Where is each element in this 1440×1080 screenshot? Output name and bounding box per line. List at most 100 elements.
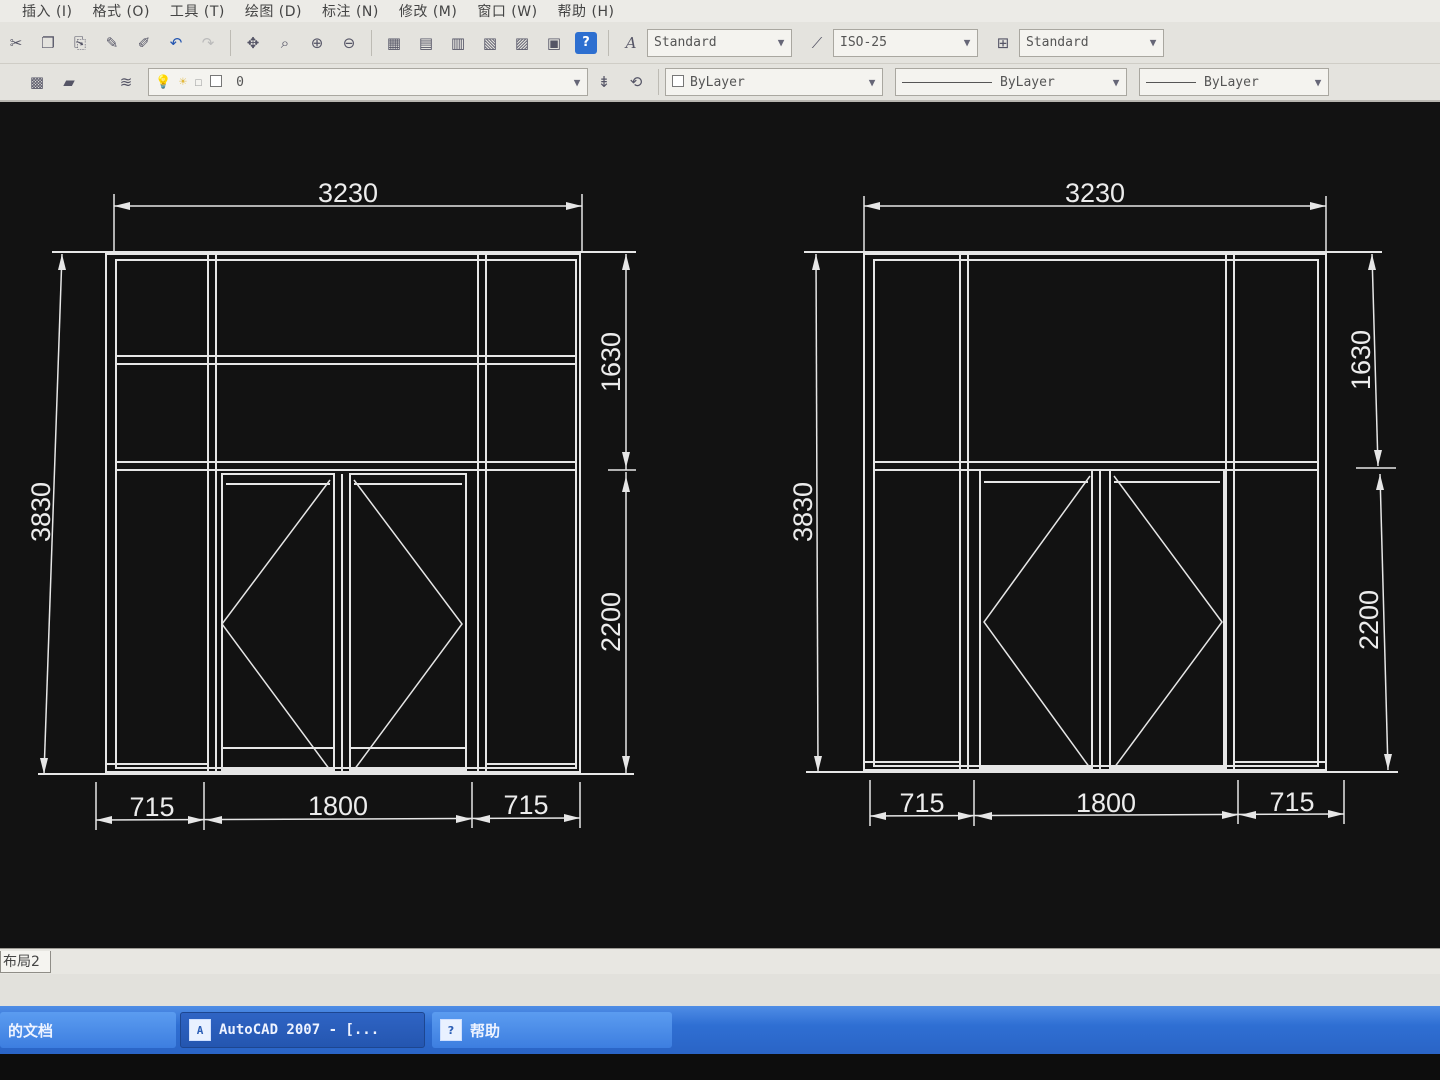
zoom-window-icon[interactable]: ⊕ [306, 32, 328, 54]
tab-layout2[interactable]: 布局2 [0, 951, 51, 973]
swing-indicator-left [221, 479, 331, 771]
dim-arrow [188, 816, 204, 824]
menu-format[interactable]: 格式 (O) [93, 1, 150, 21]
dim-text-total-width: 3230 [318, 178, 378, 208]
sun-icon[interactable]: ☀ [179, 75, 187, 90]
menu-help[interactable]: 帮助 (H) [558, 1, 615, 21]
standard-toolbar: ✂ ❐ ⎘ ✎ ✐ ↶ ↷ ✥ ⌕ ⊕ ⊖ ▦ ▤ ▥ ▧ ▨ ▣ ? A St… [0, 22, 1440, 64]
menu-dimension[interactable]: 标注 (N) [322, 1, 379, 21]
menu-insert[interactable]: 插入 (I) [22, 1, 73, 21]
dim-arrow [456, 815, 472, 823]
lineweight-select[interactable]: ByLayer ▼ [1139, 68, 1329, 96]
chevron-down-icon[interactable]: ▼ [862, 69, 882, 95]
menu-modify[interactable]: 修改 (M) [399, 1, 457, 21]
dim-arrow [1376, 474, 1384, 490]
dim-arrow [1384, 754, 1392, 770]
table-style-select[interactable]: Standard ▼ [1019, 28, 1164, 57]
make-current-icon[interactable]: ⇟ [593, 71, 615, 93]
layer-state-icons: 💡 ☀ ☐ 0 [155, 74, 244, 90]
cut-icon[interactable]: ✂ [5, 32, 27, 54]
layer-previous-undo-icon[interactable]: ⟲ [625, 71, 647, 93]
block-editor-icon[interactable]: ✐ [133, 32, 155, 54]
dim-arrow [114, 202, 130, 210]
color-select[interactable]: ByLayer ▼ [665, 68, 883, 96]
pan-icon[interactable]: ✥ [242, 32, 264, 54]
calculator-icon[interactable]: ▣ [543, 32, 565, 54]
lineweight-value-wrap: ByLayer [1146, 75, 1259, 90]
chevron-down-icon[interactable]: ▼ [567, 69, 587, 95]
dim-arrow [1368, 254, 1376, 270]
chevron-down-icon[interactable]: ▼ [957, 30, 977, 56]
dim-arrow [40, 758, 48, 774]
lineweight-value: ByLayer [1204, 74, 1259, 90]
dim-arrow [958, 812, 974, 820]
toolbar-separator [608, 29, 609, 56]
dim-arrow [1374, 450, 1382, 466]
text-style-select[interactable]: Standard ▼ [647, 28, 792, 57]
chevron-down-icon[interactable]: ▼ [771, 30, 791, 56]
chevron-down-icon[interactable]: ▼ [1143, 30, 1163, 56]
lightbulb-icon[interactable]: 💡 [155, 75, 171, 90]
chevron-down-icon[interactable]: ▼ [1106, 69, 1126, 95]
dim-text-total-height: 3830 [788, 482, 818, 542]
dim-text-right-width: 715 [1269, 787, 1314, 817]
dim-text-center-width: 1800 [1076, 788, 1136, 818]
dim-arrow [622, 254, 630, 270]
taskbar-item-autocad[interactable]: A AutoCAD 2007 - [... [180, 1012, 425, 1048]
text-style-icon[interactable]: A [620, 32, 642, 54]
swing-indicator-right [353, 479, 463, 771]
dim-style-icon[interactable]: ⟋ [806, 32, 828, 54]
linetype-select[interactable]: ByLayer ▼ [895, 68, 1127, 96]
dim-text-right-width: 715 [503, 790, 548, 820]
door-leaf-right [1109, 469, 1225, 769]
windows-taskbar: 的文档 A AutoCAD 2007 - [... ? 帮助 [0, 1006, 1440, 1054]
dim-arrow [622, 476, 630, 492]
zoom-realtime-icon[interactable]: ⌕ [274, 32, 296, 54]
dim-arrow [812, 254, 820, 270]
taskbar-item-documents[interactable]: 的文档 [0, 1012, 176, 1048]
copy-icon[interactable]: ❐ [37, 32, 59, 54]
chevron-down-icon[interactable]: ▼ [1308, 69, 1328, 95]
menu-window[interactable]: 窗口 (W) [477, 1, 537, 21]
layer-manager-icon[interactable]: ▩ [26, 71, 48, 93]
dim-arrow [564, 814, 580, 822]
lineweight-sample [1146, 81, 1196, 83]
taskbar-item-help[interactable]: ? 帮助 [432, 1012, 672, 1048]
swing-indicator-left [983, 475, 1091, 769]
outer-frame [863, 253, 1327, 771]
dim-arrow [864, 202, 880, 210]
menu-draw[interactable]: 绘图 (D) [245, 1, 302, 21]
match-properties-icon[interactable]: ✎ [101, 32, 123, 54]
monitor-bezel [0, 1054, 1440, 1080]
undo-icon[interactable]: ↶ [165, 32, 187, 54]
dim-text-left-width: 715 [899, 788, 944, 818]
dim-style-select[interactable]: ISO-25 ▼ [833, 28, 978, 57]
layer-color-swatch[interactable] [210, 74, 223, 87]
taskbar-autocad-label: AutoCAD 2007 - [... [219, 1022, 380, 1038]
markup-icon[interactable]: ▨ [511, 32, 533, 54]
dim-arrow [814, 756, 822, 772]
layer-current-icon[interactable]: ▰ [58, 71, 80, 93]
layer-select[interactable]: 💡 ☀ ☐ 0 ▼ [148, 68, 588, 96]
help-icon[interactable]: ? [575, 31, 597, 54]
drawing-canvas[interactable]: 3230 3830 1630 2200 715 1800 715 3230 38… [0, 102, 1440, 948]
dim-text-total-height: 3830 [26, 482, 56, 542]
dim-arrow [474, 815, 490, 823]
zoom-previous-icon[interactable]: ⊖ [338, 32, 360, 54]
redo-icon[interactable]: ↷ [197, 32, 219, 54]
text-style-value: Standard [654, 35, 717, 50]
design-center-icon[interactable]: ▤ [415, 32, 437, 54]
lock-icon[interactable]: ☐ [195, 75, 203, 90]
paste-icon[interactable]: ⎘ [69, 32, 91, 54]
dim-text-lower-height: 2200 [1354, 590, 1384, 650]
command-line[interactable] [0, 974, 1440, 1006]
menu-tools[interactable]: 工具 (T) [170, 1, 225, 21]
help-app-icon: ? [440, 1019, 462, 1041]
dim-arrow [1240, 811, 1256, 819]
properties-icon[interactable]: ▦ [383, 32, 405, 54]
layer-previous-icon[interactable]: ≋ [115, 71, 137, 93]
tool-palettes-icon[interactable]: ▥ [447, 32, 469, 54]
dim-text-total-width: 3230 [1065, 178, 1125, 208]
table-style-icon[interactable]: ⊞ [992, 32, 1014, 54]
sheet-set-icon[interactable]: ▧ [479, 32, 501, 54]
